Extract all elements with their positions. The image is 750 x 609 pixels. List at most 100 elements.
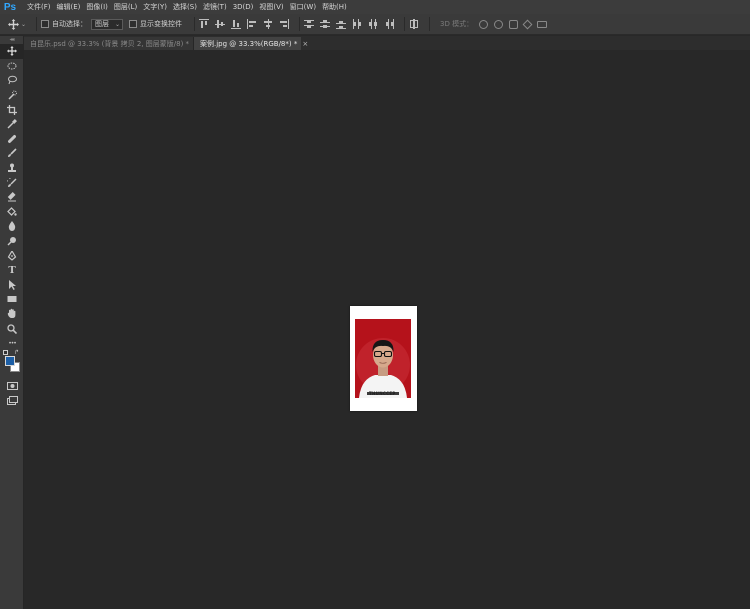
auto-align-icon[interactable] bbox=[409, 19, 419, 29]
align-vcenter-icon[interactable] bbox=[215, 19, 225, 29]
menu-select[interactable]: 选择(S) bbox=[173, 2, 197, 12]
shirt-print: THUNCCEP bbox=[369, 391, 396, 396]
3d-orbit-icon[interactable] bbox=[479, 19, 489, 29]
3d-slide-icon[interactable] bbox=[522, 19, 533, 29]
distribute-hcenter-icon[interactable] bbox=[368, 19, 378, 29]
tab-document-jpg[interactable]: 案例.jpg @ 33.3%(RGB/8*) * × bbox=[194, 37, 308, 50]
swap-colors-icon[interactable]: ↱ bbox=[14, 349, 19, 356]
blur-tool[interactable] bbox=[0, 219, 24, 234]
move-tool[interactable] bbox=[0, 44, 24, 59]
distribute-bottom-icon[interactable] bbox=[336, 19, 346, 29]
dodge-tool[interactable] bbox=[0, 234, 24, 249]
chevron-down-icon: ⌄ bbox=[21, 20, 27, 28]
foreground-color-swatch[interactable] bbox=[5, 356, 15, 367]
color-swatches: ↱ bbox=[0, 349, 24, 378]
menu-image[interactable]: 图像(I) bbox=[86, 2, 108, 12]
type-tool[interactable]: T bbox=[0, 263, 24, 278]
brush-tool[interactable] bbox=[0, 146, 24, 161]
align-top-icon[interactable] bbox=[199, 19, 209, 29]
marquee-tool[interactable] bbox=[0, 59, 24, 74]
auto-select-checkbox[interactable] bbox=[41, 20, 49, 28]
distribute-group bbox=[304, 19, 400, 29]
shape-tool[interactable] bbox=[0, 292, 24, 307]
align-hcenter-icon[interactable] bbox=[263, 19, 273, 29]
bucket-tool[interactable] bbox=[0, 205, 24, 220]
document-image: THUNCCEP bbox=[350, 306, 417, 411]
history-brush-tool[interactable] bbox=[0, 175, 24, 190]
history-brush-icon bbox=[7, 177, 17, 187]
eraser-icon bbox=[7, 192, 16, 202]
tool-preset-picker[interactable]: ⌄ bbox=[8, 16, 32, 32]
menu-edit[interactable]: 编辑(E) bbox=[57, 2, 81, 12]
divider bbox=[404, 17, 405, 31]
3d-roll-icon[interactable] bbox=[494, 19, 504, 29]
eraser-tool[interactable] bbox=[0, 190, 24, 205]
distribute-vcenter-icon[interactable] bbox=[320, 19, 330, 29]
stamp-icon bbox=[8, 163, 16, 173]
dodge-icon bbox=[7, 237, 16, 246]
pen-tool[interactable] bbox=[0, 248, 24, 263]
menu-help[interactable]: 帮助(H) bbox=[322, 2, 347, 12]
menu-view[interactable]: 视图(V) bbox=[259, 2, 283, 12]
move-icon bbox=[7, 46, 17, 57]
screen-mode-icon bbox=[6, 395, 18, 405]
distribute-top-icon[interactable] bbox=[304, 19, 314, 29]
stamp-tool[interactable] bbox=[0, 161, 24, 176]
3d-pan-icon[interactable] bbox=[509, 19, 519, 29]
paint-bucket-icon bbox=[7, 206, 17, 216]
tab-label: 自昆乐.psd @ 33.3% (背景 拷贝 2, 图层蒙版/8) * bbox=[30, 39, 190, 48]
3d-mode-label: 3D 模式： bbox=[440, 20, 474, 28]
align-group bbox=[199, 19, 295, 29]
id-photo: THUNCCEP bbox=[355, 319, 411, 398]
tab-document-psd[interactable]: 自昆乐.psd @ 33.3% (背景 拷贝 2, 图层蒙版/8) * × bbox=[24, 37, 200, 50]
ellipsis-icon: ••• bbox=[8, 339, 17, 347]
tab-label: 案例.jpg @ 33.3%(RGB/8*) * bbox=[200, 39, 298, 48]
auto-select-label: 自动选择： bbox=[52, 20, 87, 28]
menu-filter[interactable]: 滤镜(T) bbox=[203, 2, 227, 12]
lasso-icon bbox=[8, 76, 17, 85]
close-icon[interactable]: × bbox=[302, 40, 308, 48]
auto-select-target-select[interactable]: 图层 ⌄ bbox=[91, 18, 123, 30]
options-bar: ⌄ 自动选择： 图层 ⌄ 显示变换控件 3D 模式： bbox=[0, 14, 750, 35]
default-colors-icon[interactable] bbox=[3, 350, 8, 356]
align-left-icon[interactable] bbox=[247, 19, 257, 29]
3d-scale-icon[interactable] bbox=[537, 20, 548, 28]
panel-collapse-grip[interactable]: ◂◂ bbox=[0, 36, 23, 44]
show-transform-checkbox[interactable] bbox=[129, 20, 137, 28]
hand-tool[interactable] bbox=[0, 307, 24, 322]
document-tab-bar: 自昆乐.psd @ 33.3% (背景 拷贝 2, 图层蒙版/8) * × 案例… bbox=[24, 36, 750, 50]
quick-mask-button[interactable] bbox=[0, 378, 24, 393]
type-icon: T bbox=[8, 264, 16, 277]
divider bbox=[429, 17, 430, 31]
distribute-right-icon[interactable] bbox=[384, 19, 394, 29]
eyedropper-tool[interactable] bbox=[0, 117, 24, 132]
crop-tool[interactable] bbox=[0, 102, 24, 117]
chevron-down-icon: ⌄ bbox=[114, 20, 120, 28]
document-canvas[interactable]: THUNCCEP bbox=[24, 50, 750, 609]
quick-select-tool[interactable] bbox=[0, 88, 24, 103]
menu-window[interactable]: 窗口(W) bbox=[290, 2, 316, 12]
menu-type[interactable]: 文字(Y) bbox=[143, 2, 167, 12]
align-bottom-icon[interactable] bbox=[231, 19, 241, 29]
lasso-tool[interactable] bbox=[0, 73, 24, 88]
divider bbox=[299, 17, 300, 31]
bandage-icon bbox=[8, 134, 16, 143]
healing-tool[interactable] bbox=[0, 132, 24, 147]
menu-3d[interactable]: 3D(D) bbox=[233, 3, 254, 11]
distribute-left-icon[interactable] bbox=[352, 19, 362, 29]
screen-mode-button[interactable] bbox=[0, 393, 24, 408]
align-right-icon[interactable] bbox=[279, 19, 289, 29]
show-transform-label: 显示变换控件 bbox=[140, 20, 182, 28]
menu-layer[interactable]: 图层(L) bbox=[114, 2, 137, 12]
move-icon bbox=[8, 18, 19, 30]
quick-select-icon bbox=[8, 90, 17, 100]
zoom-tool[interactable] bbox=[0, 321, 24, 336]
menu-file[interactable]: 文件(F) bbox=[27, 2, 51, 12]
divider bbox=[194, 17, 195, 31]
tools-panel: ◂◂ T ••• ↱ bbox=[0, 36, 24, 609]
magnifier-icon bbox=[7, 323, 17, 334]
more-tools[interactable]: ••• bbox=[0, 336, 24, 351]
path-select-tool[interactable] bbox=[0, 278, 24, 293]
auto-select-target-value: 图层 bbox=[95, 20, 109, 28]
menu-bar: Ps 文件(F) 编辑(E) 图像(I) 图层(L) 文字(Y) 选择(S) 滤… bbox=[0, 0, 750, 14]
